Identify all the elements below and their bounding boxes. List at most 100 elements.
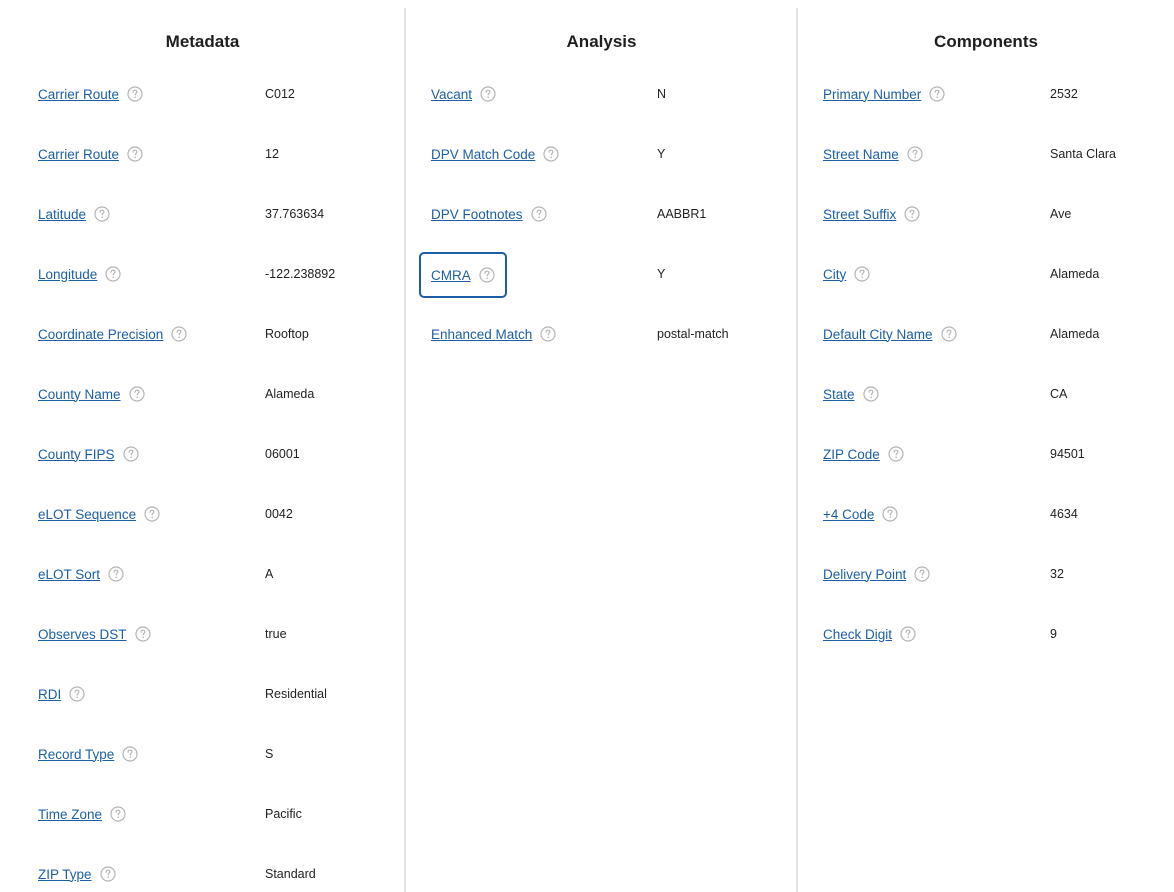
field-label-carrier-route: Carrier Route [38,139,143,169]
field-value-county-name: Alameda [265,387,315,401]
field-label-city: City [823,259,870,289]
field-value-latitude: 37.763634 [265,207,325,221]
components-row-primary-number: Primary Number 2532 [798,79,1174,109]
field-link-dpv-match-code[interactable]: DPV Match Code [431,147,535,162]
field-label-street-name: Street Name [823,139,923,169]
field-link-latitude[interactable]: Latitude [38,207,86,222]
help-icon[interactable] [122,446,139,462]
help-icon[interactable] [907,146,923,162]
field-link-elot-sort[interactable]: eLOT Sort [38,567,100,582]
metadata-heading: Metadata [165,32,240,51]
help-icon[interactable] [888,446,904,462]
metadata-row-latitude: Latitude 37.763634 [0,199,405,229]
help-icon[interactable] [940,326,957,342]
help-icon[interactable] [69,686,85,702]
field-label-dpv-match-code: DPV Match Code [431,139,559,169]
help-icon[interactable] [94,206,110,222]
help-icon[interactable] [900,626,916,642]
metadata-row-carrier-route: Carrier Route C012 [0,79,405,109]
field-link-county-name[interactable]: County Name [38,387,121,402]
field-label-default-city-name: Default City Name [823,319,957,349]
help-icon[interactable] [171,326,187,342]
field-link-delivery-point[interactable]: Delivery Point [823,567,906,582]
analysis-row-cmra: CMRA Y [406,252,797,298]
field-link-primary-number[interactable]: Primary Number [823,87,921,102]
help-icon[interactable] [127,86,143,102]
field-link-zip-type[interactable]: ZIP Type [38,867,92,882]
help-icon[interactable] [530,206,547,222]
components-row-delivery-point: Delivery Point 32 [798,559,1174,589]
components-row-4-code: +4 Code 4634 [798,499,1174,529]
help-icon[interactable] [882,506,899,522]
help-icon[interactable] [540,326,556,342]
help-icon[interactable] [862,386,879,402]
field-link-default-city-name[interactable]: Default City Name [823,327,933,342]
field-link-enhanced-match[interactable]: Enhanced Match [431,327,532,342]
field-link-street-name[interactable]: Street Name [823,147,899,162]
field-link-zip-code[interactable]: ZIP Code [823,447,880,462]
help-icon[interactable] [480,86,496,102]
field-value-vacant: N [657,87,667,101]
field-value-elot-sequence: 0042 [265,507,293,521]
help-icon[interactable] [144,506,160,522]
field-link-vacant[interactable]: Vacant [431,87,472,102]
help-icon[interactable] [904,206,920,222]
components-row-default-city-name: Default City Name Alameda [798,319,1174,349]
field-value-delivery-point: 32 [1050,567,1064,581]
field-label-longitude: Longitude [38,259,121,289]
field-value-observes-dst: true [265,627,287,641]
field-link-record-type[interactable]: Record Type [38,747,114,762]
address-details-panel: Metadata Carrier Route C012 Carrier Route 1… [0,0,1174,892]
field-link-county-fips[interactable]: County FIPS [38,447,115,462]
field-label-state: State [823,379,879,409]
field-label-elot-sequence: eLOT Sequence [38,499,160,529]
metadata-column: Metadata Carrier Route C012 Carrier Route 1… [0,0,405,892]
field-link-carrier-route[interactable]: Carrier Route [38,87,119,102]
field-value-enhanced-match: postal-match [657,327,729,341]
field-link-dpv-footnotes[interactable]: DPV Footnotes [431,207,523,222]
metadata-row-coordinate-precision: Coordinate Precision Rooftop [0,319,405,349]
metadata-row-county-fips: County FIPS 06001 [0,439,405,469]
field-link-elot-sequence[interactable]: eLOT Sequence [38,507,136,522]
help-icon[interactable] [122,746,138,762]
metadata-row-record-type: Record Type S [0,739,405,769]
field-link-street-suffix[interactable]: Street Suffix [823,207,896,222]
field-label-coordinate-precision: Coordinate Precision [38,319,187,349]
help-icon[interactable] [99,866,116,882]
help-icon[interactable] [128,386,145,402]
metadata-row-longitude: Longitude -122.238892 [0,259,405,289]
field-label-primary-number: Primary Number [823,79,945,109]
metadata-row-elot-sequence: eLOT Sequence 0042 [0,499,405,529]
components-column: Components Primary Number 2532 Street Name… [798,0,1174,892]
help-icon[interactable] [108,566,124,582]
field-link-city[interactable]: City [823,267,846,282]
field-link-coordinate-precision[interactable]: Coordinate Precision [38,327,163,342]
field-label-dpv-footnotes: DPV Footnotes [431,199,547,229]
metadata-row-time-zone: Time Zone Pacific [0,799,405,829]
field-link-check-digit[interactable]: Check Digit [823,627,892,642]
field-label-rdi: RDI [38,679,85,709]
help-icon[interactable] [110,806,126,822]
field-link-longitude[interactable]: Longitude [38,267,97,282]
field-value-cmra: Y [657,267,666,281]
field-link-state[interactable]: State [823,387,855,402]
field-label-vacant: Vacant [431,79,496,109]
field-link-4-code[interactable]: +4 Code [823,507,874,522]
analysis-heading: Analysis [566,32,637,51]
field-link-observes-dst[interactable]: Observes DST [38,627,127,642]
help-icon[interactable] [105,266,121,282]
help-icon[interactable] [134,626,151,642]
field-link-carrier-route[interactable]: Carrier Route [38,147,119,162]
components-row-check-digit: Check Digit 9 [798,619,1174,649]
field-link-time-zone[interactable]: Time Zone [38,807,102,822]
field-link-rdi[interactable]: RDI [38,687,61,702]
help-icon[interactable] [914,566,930,582]
help-icon[interactable] [929,86,945,102]
components-row-street-suffix: Street Suffix Ave [798,199,1174,229]
field-value-4-code: 4634 [1050,507,1078,521]
field-link-cmra[interactable]: CMRA [431,268,471,283]
help-icon[interactable] [127,146,143,162]
help-icon[interactable] [543,146,559,162]
help-icon[interactable] [854,266,870,282]
help-icon[interactable] [479,267,495,283]
